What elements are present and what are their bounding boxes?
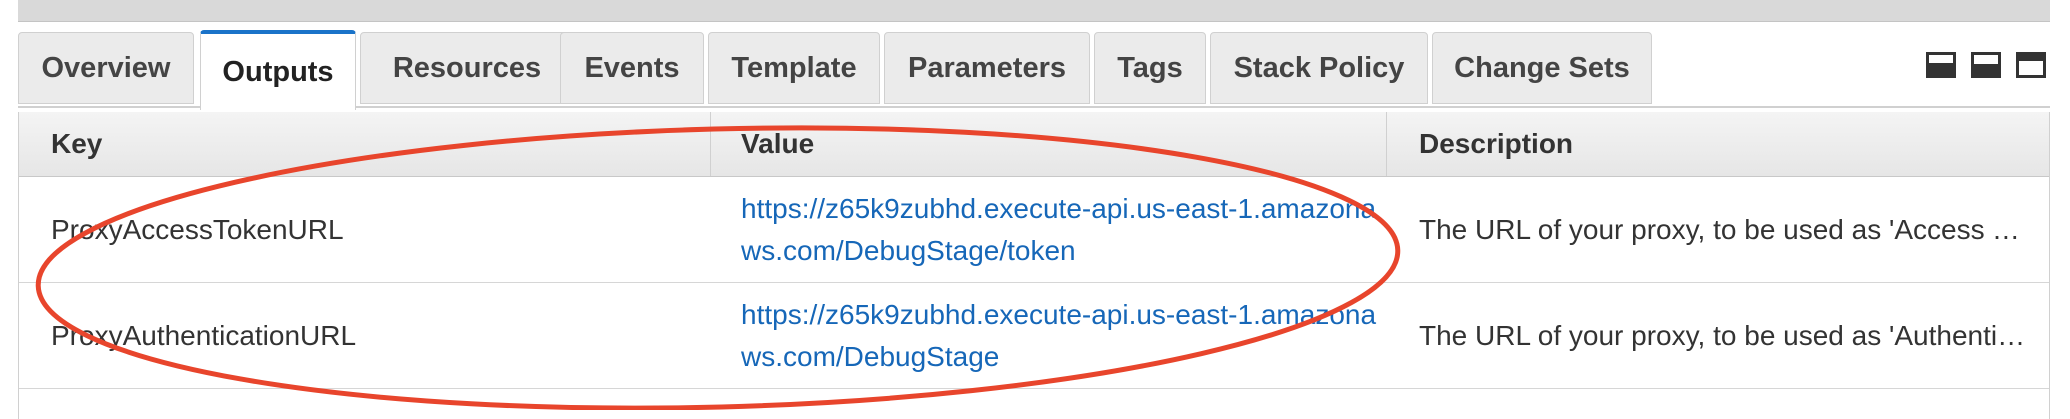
column-header-value[interactable]: Value	[711, 112, 1387, 176]
tab-bar: Overview Outputs Resources Events Templa…	[18, 30, 2050, 110]
output-key: ProxyAuthenticationURL	[51, 319, 357, 351]
panel-bottom-large-icon[interactable]	[1926, 52, 1956, 78]
tab-overview[interactable]: Overview	[18, 32, 194, 104]
column-header-description[interactable]: Description	[1387, 112, 2049, 176]
tab-stack-policy[interactable]: Stack Policy	[1210, 32, 1428, 104]
output-description: The URL of your proxy, to be used as 'Au…	[1387, 283, 2049, 388]
tab-parameters[interactable]: Parameters	[884, 32, 1090, 104]
output-value: https://z65k9zubhd.execute-api.us-east-1…	[711, 177, 1387, 282]
tab-events[interactable]: Events	[560, 32, 704, 104]
top-scroll-bar	[18, 0, 2050, 22]
output-description: The URL of your proxy, to be used as 'Ac…	[1387, 177, 2049, 282]
output-description-text: The URL of your proxy, to be used as 'Au…	[1419, 319, 2031, 351]
output-key: ProxyAccessTokenURL	[51, 213, 344, 245]
output-value-link[interactable]: https://z65k9zubhd.execute-api.us-east-1…	[741, 188, 1387, 272]
table-row: ProxyAuthenticationURL https://z65k9zubh…	[19, 283, 2049, 389]
tab-template[interactable]: Template	[708, 32, 880, 104]
table-row: ProxyAccessTokenURL https://z65k9zubhd.e…	[19, 177, 2049, 283]
output-value-link[interactable]: https://z65k9zubhd.execute-api.us-east-1…	[741, 294, 1387, 378]
tab-resources[interactable]: Resources	[360, 32, 574, 104]
panel-layout-controls	[1926, 52, 2046, 78]
column-header-key[interactable]: Key	[19, 112, 711, 176]
tab-outputs[interactable]: Outputs	[200, 30, 356, 110]
panel-split-icon[interactable]	[1971, 52, 2001, 78]
tab-change-sets[interactable]: Change Sets	[1432, 32, 1652, 104]
table-header: Key Value Description	[19, 112, 2049, 177]
table-row-partial	[19, 389, 2049, 419]
tab-tags[interactable]: Tags	[1094, 32, 1206, 104]
output-description-text: The URL of your proxy, to be used as 'Ac…	[1419, 213, 2031, 245]
panel-top-icon[interactable]	[2016, 52, 2046, 78]
outputs-table: Key Value Description ProxyAccessTokenUR…	[18, 112, 2050, 419]
output-value: https://z65k9zubhd.execute-api.us-east-1…	[711, 283, 1387, 388]
